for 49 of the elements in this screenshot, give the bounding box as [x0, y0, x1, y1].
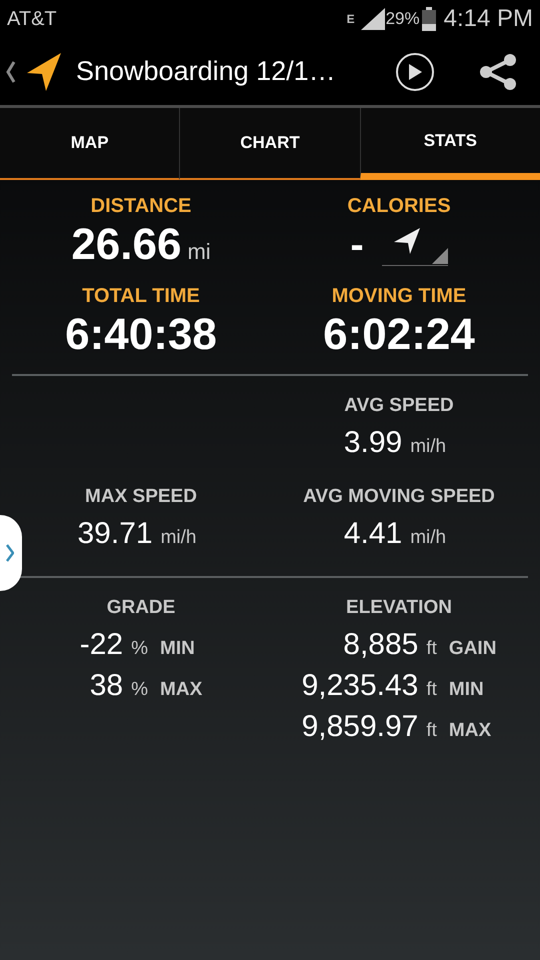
range-label: GAIN [448, 637, 496, 661]
stat-value: 38 [88, 668, 124, 704]
battery-icon [422, 7, 436, 31]
stat-value: 3.99 [344, 425, 402, 461]
play-button[interactable] [396, 52, 434, 90]
stat-label: DISTANCE [90, 194, 192, 218]
stat-label: CALORIES [347, 194, 451, 218]
range-label: MAX [160, 678, 202, 702]
chevron-right-icon [6, 544, 14, 562]
share-icon [480, 54, 516, 90]
stat-value: -22 [80, 627, 124, 663]
range-label: MAX [448, 719, 492, 743]
unit-label: ft [426, 678, 437, 702]
network-type: E [346, 11, 355, 28]
stat-label: ELEVATION [346, 596, 452, 620]
unit-label: mi/h [410, 526, 446, 550]
clock: 4:14 PM [444, 4, 533, 34]
stat-label: GRADE [106, 596, 176, 620]
unit-label: mi/h [410, 435, 446, 459]
unit-label: ft [426, 637, 437, 661]
stat-label: AVG MOVING SPEED [303, 485, 495, 509]
stat-value: 9,235.43 [302, 668, 418, 704]
stat-value: 9,859.97 [302, 709, 418, 745]
unit-label: mi [187, 238, 211, 266]
stat-value: 8,885 [342, 627, 418, 663]
unit-label: ft [426, 719, 437, 743]
activity-title: Snowboarding 12/1… [76, 55, 336, 88]
unit-label: % [131, 678, 148, 702]
stat-label: MAX SPEED [85, 485, 197, 509]
range-label: MIN [160, 637, 196, 661]
range-label: MIN [448, 678, 485, 702]
stat-value: 26.66 [71, 219, 182, 271]
battery-percent: 29% [386, 8, 420, 30]
unit-label: % [131, 637, 148, 661]
carrier-name: AT&T [7, 7, 57, 32]
signal-icon [360, 8, 385, 30]
share-button[interactable] [480, 54, 516, 90]
stat-value: 39.71 [78, 516, 153, 552]
play-icon [408, 64, 422, 80]
back-chevron-icon [6, 60, 16, 82]
stat-label: TOTAL TIME [82, 284, 200, 308]
stat-label: AVG SPEED [344, 394, 454, 418]
navigation-arrow-icon [26, 52, 62, 92]
unit-label: mi/h [160, 526, 196, 550]
stat-value: 6:02:24 [323, 309, 475, 361]
stat-value: 6:40:38 [65, 309, 217, 361]
stat-value: 4.41 [344, 516, 402, 552]
stat-label: MOVING TIME [332, 284, 466, 308]
stat-value: - [350, 222, 364, 269]
